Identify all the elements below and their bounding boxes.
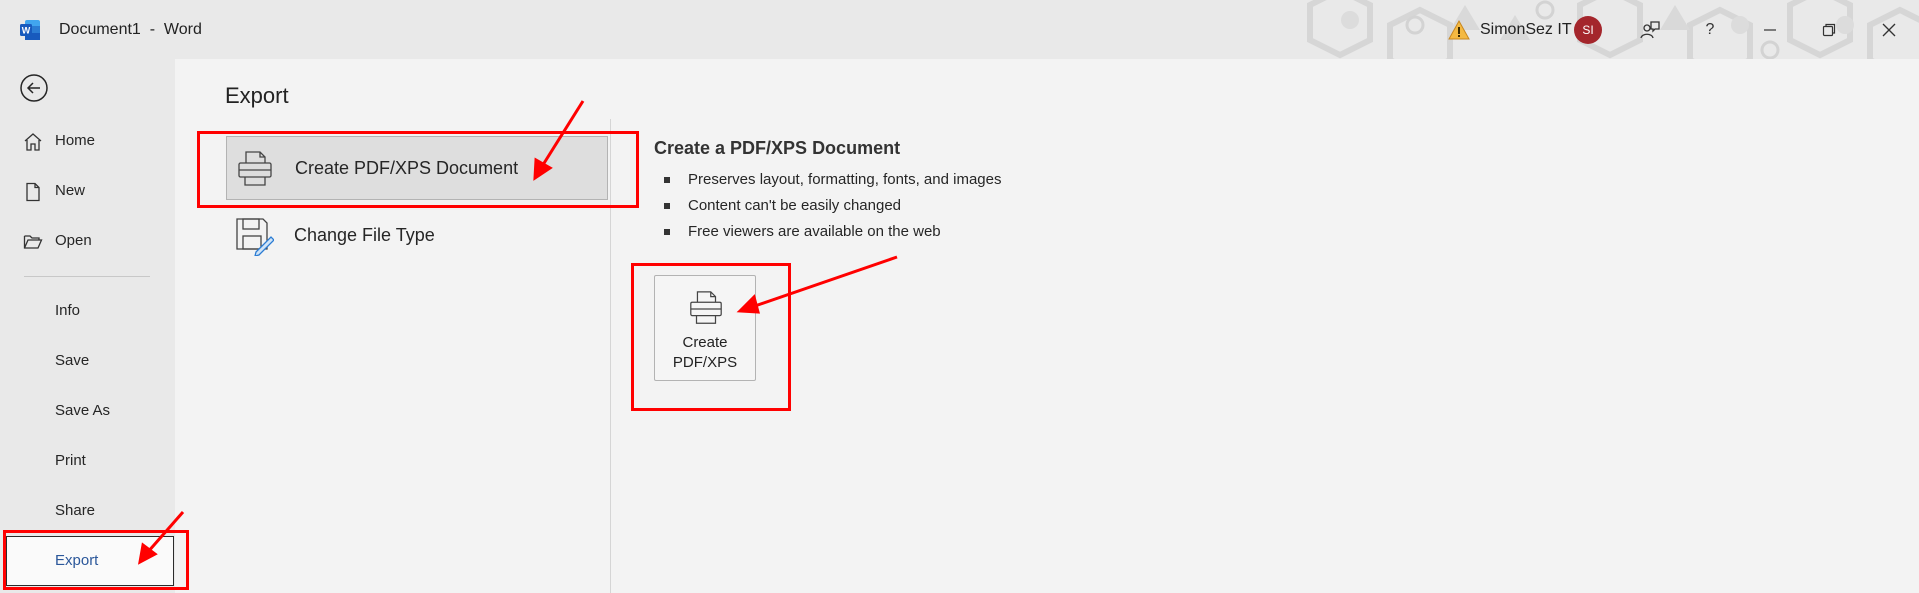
document-title: Document1 - Word [59,21,202,38]
title-bar: W Document1 - Word SimonSez IT SI ? [0,0,1919,59]
detail-bullets: Preserves layout, formatting, fonts, and… [658,167,1001,245]
account-name[interactable]: SimonSez IT [1480,21,1572,39]
nav-item-label: Print [55,452,86,469]
coauthor-icon[interactable] [1634,14,1666,46]
word-logo-icon: W [20,20,40,40]
nav-item-print[interactable]: Print [0,441,175,481]
backstage-nav: Home New Open Info Save Save As Print Sh… [0,59,175,593]
change-file-type-icon [236,218,274,256]
create-pdf-xps-button-label: Create PDF/XPS [672,334,738,371]
open-folder-icon [23,235,43,249]
nav-item-share[interactable]: Share [0,491,175,531]
new-document-icon [26,182,40,202]
help-button[interactable]: ? [1694,14,1726,46]
nav-item-label: Save As [55,402,111,419]
nav-item-info[interactable]: Info [0,291,175,331]
bullet-item: Content can't be easily changed [658,193,1001,219]
avatar[interactable]: SI [1574,16,1602,44]
create-pdf-xps-button[interactable]: Create PDF/XPS [654,275,756,381]
restore-icon[interactable] [1813,14,1845,46]
option-label: Change File Type [294,225,435,245]
page-title: Export [225,83,289,108]
nav-item-label: New [55,182,86,199]
change-file-type-option[interactable]: Change File Type [226,204,608,268]
pdf-document-icon [238,151,272,186]
nav-item-label: Info [55,302,81,319]
home-icon [24,133,42,151]
nav-item-home[interactable]: Home [0,121,175,161]
option-label: Create PDF/XPS Document [295,158,519,178]
warning-icon[interactable] [1448,19,1470,41]
nav-item-label: Export [55,552,99,569]
nav-item-open[interactable]: Open [0,221,175,261]
bullet-item: Preserves layout, formatting, fonts, and… [658,167,1001,193]
nav-item-label: Open [55,232,92,249]
nav-item-export[interactable]: Export [6,536,174,586]
nav-item-label: Save [55,352,90,369]
bullet-item: Free viewers are available on the web [658,219,1001,245]
detail-title: Create a PDF/XPS Document [654,138,901,158]
minimize-icon[interactable] [1754,14,1786,46]
close-icon[interactable] [1873,14,1905,46]
pdf-printer-icon [690,291,722,324]
panel-divider [610,119,611,593]
nav-item-new[interactable]: New [0,171,175,211]
nav-item-save[interactable]: Save [0,341,175,381]
back-arrow-icon[interactable] [18,72,50,104]
nav-item-label: Home [55,132,96,149]
nav-item-save-as[interactable]: Save As [0,391,175,431]
svg-text:W: W [22,26,31,36]
export-pane: Export Create PDF/XPS Document Change Fi… [175,59,1919,593]
create-pdf-xps-option[interactable]: Create PDF/XPS Document [226,136,608,200]
nav-divider [24,276,150,277]
nav-item-label: Share [55,502,96,519]
